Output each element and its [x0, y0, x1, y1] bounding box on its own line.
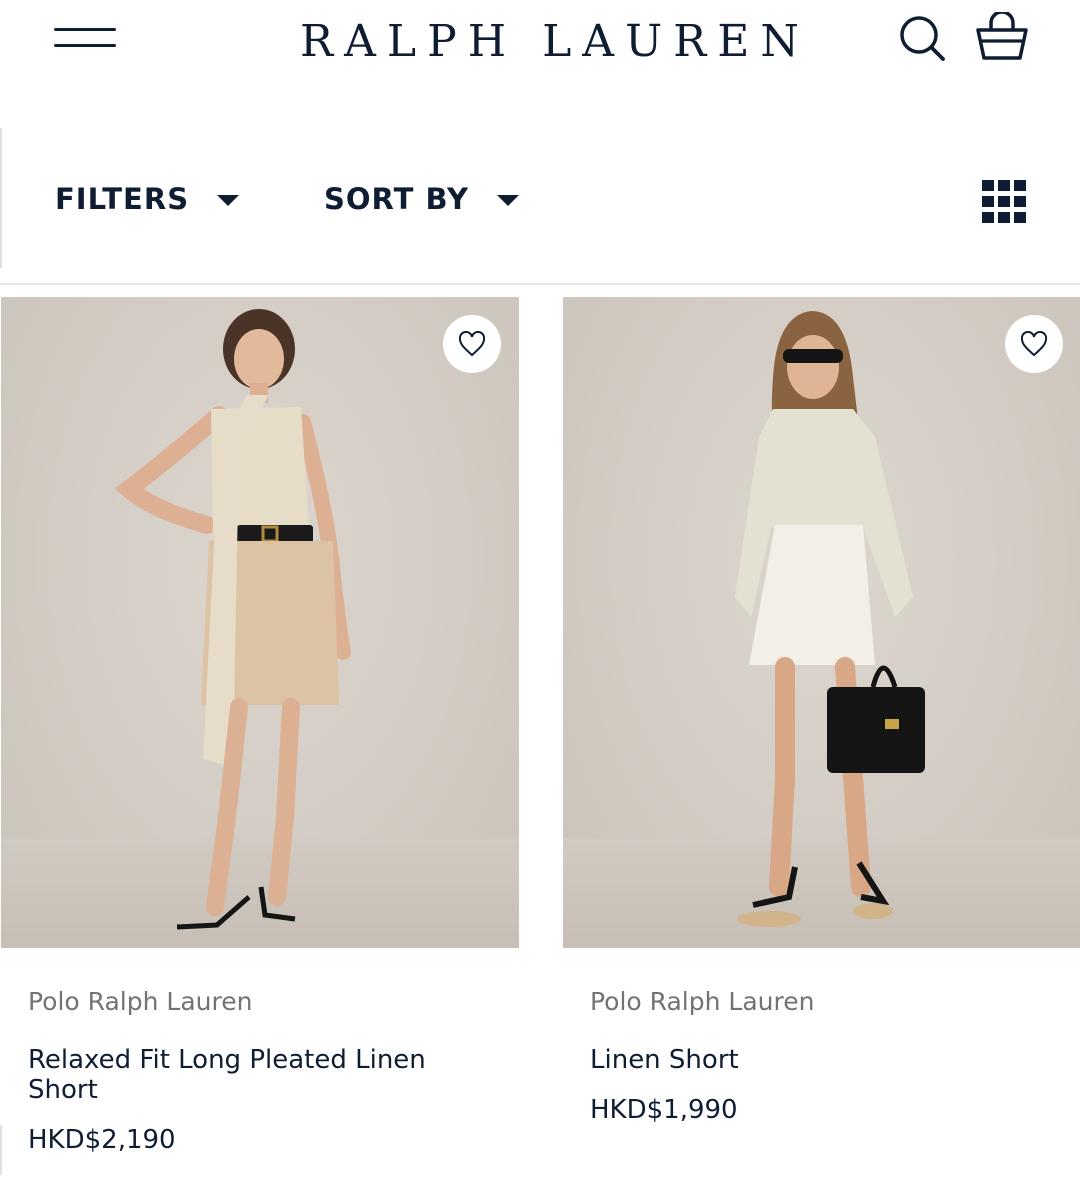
hamburger-menu-icon-line — [54, 44, 116, 47]
menu-button[interactable] — [54, 24, 118, 54]
toolbar-divider — [0, 283, 1080, 285]
search-icon — [900, 16, 945, 61]
heart-icon — [458, 331, 486, 357]
shopping-bag-button[interactable] — [974, 10, 1030, 62]
favorite-button[interactable] — [443, 315, 501, 373]
model-figure-illustration — [114, 309, 351, 930]
heart-icon — [1020, 331, 1048, 357]
filters-label: FILTERS — [55, 182, 190, 216]
hamburger-menu-icon — [54, 28, 116, 31]
site-header: RALPH LAUREN — [0, 0, 1080, 90]
product-brand: Polo Ralph Lauren — [28, 987, 253, 1016]
caret-down-icon — [496, 194, 519, 206]
shopping-bag-icon — [976, 10, 1028, 60]
caret-down-icon — [217, 194, 240, 206]
product-card[interactable]: Polo Ralph Lauren Relaxed Fit Long Pleat… — [1, 297, 519, 1177]
listing-toolbar: FILTERS SORT BY — [0, 150, 1080, 255]
search-button[interactable] — [896, 12, 948, 64]
product-name[interactable]: Relaxed Fit Long Pleated Linen Short — [28, 1045, 498, 1105]
model-figure-illustration — [735, 311, 925, 927]
sort-by-button[interactable]: SORT BY — [324, 182, 519, 216]
favorite-button[interactable] — [1005, 315, 1063, 373]
brand-logo[interactable]: RALPH LAUREN — [300, 16, 799, 67]
grid-view-icon[interactable] — [980, 178, 1028, 224]
product-card[interactable]: Polo Ralph Lauren Linen Short HKD$1,990 — [563, 297, 1080, 1177]
product-image[interactable] — [1, 297, 519, 948]
sort-by-label: SORT BY — [324, 182, 469, 216]
product-price: HKD$2,190 — [28, 1125, 176, 1155]
filters-button[interactable]: FILTERS — [55, 182, 240, 216]
product-brand: Polo Ralph Lauren — [590, 987, 815, 1016]
product-image[interactable] — [563, 297, 1080, 948]
product-name[interactable]: Linen Short — [590, 1045, 1060, 1075]
product-price: HKD$1,990 — [590, 1095, 738, 1125]
